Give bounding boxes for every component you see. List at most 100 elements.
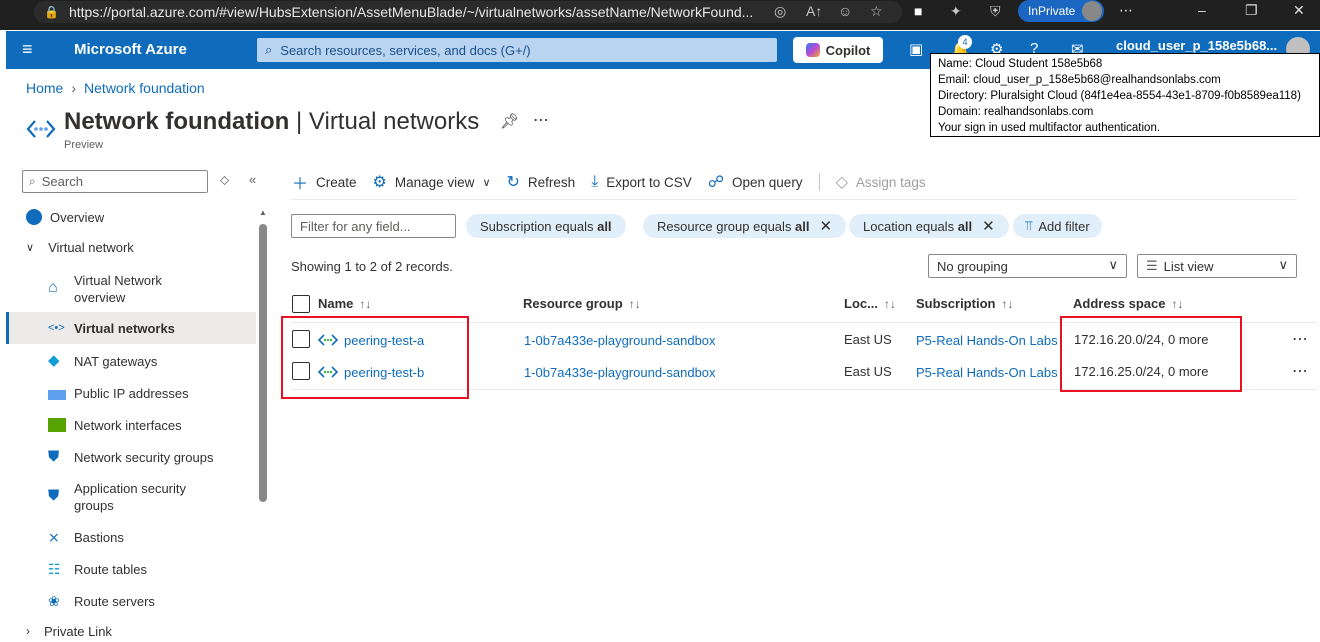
column-header-subscription[interactable]: Subscription ↑↓ <box>916 296 1013 311</box>
browser-bar: 🔒 https://portal.azure.com/#view/HubsExt… <box>0 0 1320 30</box>
chevron-down-icon: ∨ <box>26 241 35 254</box>
nav-search-placeholder: Search <box>41 174 83 189</box>
search-icon: ⌕ <box>29 174 36 188</box>
column-header-label: Resource group <box>523 296 623 311</box>
open-query-label: Open query <box>732 174 803 190</box>
column-header-address-space[interactable]: Address space ↑↓ <box>1073 296 1184 311</box>
copilot-button[interactable]: Copilot <box>793 37 883 63</box>
accessibility-icon[interactable]: ☺ <box>838 3 852 19</box>
manage-view-button[interactable]: ⚙ Manage view ∨ <box>373 172 491 192</box>
assign-tags-label: Assign tags <box>855 174 926 190</box>
location-filter-pill[interactable]: Location equals all ✕ <box>849 214 1009 238</box>
nav-item-label: Overview <box>50 209 105 225</box>
tooltip-mfa: Your sign in used multifactor authentica… <box>938 122 1161 134</box>
location-cell: East US <box>844 332 892 347</box>
extensions-icon[interactable]: ✦ <box>950 3 962 20</box>
minimize-icon[interactable]: – <box>1198 2 1206 18</box>
virtual-network-icon: <•> <box>48 322 65 334</box>
nav-item-virtual-network-overview[interactable]: ⌂ Virtual Network overview <box>48 272 248 306</box>
browser-more-icon[interactable]: ⋯ <box>1119 2 1133 19</box>
nav-group-private-link[interactable]: › Private Link <box>26 622 274 640</box>
nav-item-label: Virtual network <box>48 239 134 255</box>
network-interface-icon <box>48 418 66 432</box>
favorite-star-icon[interactable]: ☆ <box>870 3 883 20</box>
global-search-input[interactable]: ⌕ Search resources, services, and docs (… <box>257 38 777 62</box>
nav-item-asg[interactable]: ⛊ Application security groups <box>48 480 248 514</box>
close-window-icon[interactable]: ✕ <box>1293 2 1305 19</box>
command-bar: ＋ Create ⚙ Manage view ∨ ↻ Refresh ⤓ Exp… <box>292 171 942 193</box>
pin-icon[interactable]: 📌︎ <box>500 112 519 130</box>
view-select[interactable]: ☰ List view ∨ <box>1137 254 1297 278</box>
nav-item-label: Private Link <box>44 623 112 639</box>
nav-item-route-servers[interactable]: ❀ Route servers <box>48 592 296 610</box>
close-icon[interactable]: ✕ <box>820 217 833 235</box>
nav-item-bastions[interactable]: ⨯ Bastions <box>48 528 296 546</box>
profile-avatar <box>1082 1 1102 21</box>
refresh-icon: ↻ <box>506 174 520 191</box>
nav-item-overview[interactable]: Overview <box>26 208 274 226</box>
nat-gateway-icon: ◆ <box>48 352 60 369</box>
global-search-placeholder: Search resources, services, and docs (G+… <box>280 42 531 58</box>
subscription-filter-label: Subscription equals <box>480 218 594 234</box>
notification-count-badge: 4 <box>958 35 972 49</box>
breadcrumb-home[interactable]: Home <box>26 80 63 96</box>
scroll-up-icon[interactable]: ▲ <box>259 208 267 217</box>
grouping-select[interactable]: No grouping ∨ <box>928 254 1127 278</box>
nav-scrollbar[interactable] <box>259 224 267 502</box>
subscription-link[interactable]: P5-Real Hands-On Labs <box>916 365 1058 380</box>
restore-icon[interactable]: ❐ <box>1245 2 1258 19</box>
inprivate-badge[interactable]: InPrivate <box>1018 0 1104 22</box>
assign-tags-button[interactable]: ◇ Assign tags <box>836 172 926 192</box>
column-header-resource-group[interactable]: Resource group ↑↓ <box>523 296 641 311</box>
resource-group-filter-pill[interactable]: Resource group equals all ✕ <box>643 214 847 238</box>
browser-essentials-icon[interactable]: ⛨ <box>990 3 1001 20</box>
tracking-prevention-icon[interactable]: ◎ <box>774 3 786 20</box>
location-filter-value: all <box>957 218 973 234</box>
more-options-icon[interactable]: ⋯ <box>533 110 550 130</box>
highlight-box-address-space <box>1060 316 1242 392</box>
copilot-icon <box>805 43 820 57</box>
route-server-icon: ❀ <box>48 593 60 609</box>
cloud-shell-icon[interactable]: ▣ <box>909 40 923 58</box>
nav-group-virtual-network[interactable]: ∨ Virtual network <box>26 238 274 256</box>
create-button[interactable]: ＋ Create <box>292 170 357 194</box>
expand-collapse-icon[interactable]: ⬦ <box>220 172 229 188</box>
extension-shield-icon[interactable]: ■ <box>914 3 922 19</box>
account-name[interactable]: cloud_user_p_158e5b68... <box>1116 38 1277 53</box>
select-all-checkbox[interactable] <box>292 295 310 313</box>
resource-group-link[interactable]: 1-0b7a433e-playground-sandbox <box>524 333 716 348</box>
tooltip-domain: Domain: realhandsonlabs.com <box>938 106 1094 118</box>
row-more-icon[interactable]: ⋯ <box>1292 329 1309 349</box>
breadcrumb-network-foundation[interactable]: Network foundation <box>84 80 205 96</box>
url-text[interactable]: https://portal.azure.com/#view/HubsExten… <box>69 4 769 20</box>
subscription-filter-pill[interactable]: Subscription equals all <box>466 214 626 238</box>
resource-group-link[interactable]: 1-0b7a433e-playground-sandbox <box>524 365 716 380</box>
inprivate-label: InPrivate <box>1028 4 1076 18</box>
row-more-icon[interactable]: ⋯ <box>1292 361 1309 381</box>
nav-item-route-tables[interactable]: ☷ Route tables <box>48 560 296 578</box>
close-icon[interactable]: ✕ <box>982 217 995 235</box>
collapse-nav-icon[interactable]: « <box>249 172 256 187</box>
nav-item-virtual-networks[interactable]: <•> Virtual networks <box>6 312 256 344</box>
filter-any-field-input[interactable]: Filter for any field... <box>291 214 456 238</box>
subscription-link[interactable]: P5-Real Hands-On Labs <box>916 333 1058 348</box>
azure-brand[interactable]: Microsoft Azure <box>74 41 187 58</box>
create-label: Create <box>316 174 357 190</box>
page-title-main: Network foundation <box>64 108 290 135</box>
chevron-down-icon: ∨ <box>482 176 491 189</box>
read-aloud-icon[interactable]: A↑ <box>806 3 822 19</box>
refresh-button[interactable]: ↻ Refresh <box>507 172 576 192</box>
breadcrumb: Home › Network foundation <box>26 80 205 96</box>
tooltip-name: Name: Cloud Student 158e5b68 <box>938 58 1103 70</box>
open-query-button[interactable]: ☍ Open query <box>708 172 803 192</box>
nav-item-label: NAT gateways <box>74 353 158 369</box>
export-csv-button[interactable]: ⤓ Export to CSV <box>591 173 692 191</box>
column-header-location[interactable]: Loc... ↑↓ <box>844 296 896 311</box>
column-header-name[interactable]: Name ↑↓ <box>318 296 371 311</box>
add-filter-button[interactable]: ⫪ Add filter <box>1013 214 1102 238</box>
address-bar[interactable]: 🔒 https://portal.azure.com/#view/HubsExt… <box>34 1 902 23</box>
hamburger-menu-icon[interactable]: ≡ <box>22 40 33 58</box>
nav-search-input[interactable]: ⌕ Search <box>22 170 208 193</box>
sort-ascending-icon: ↑↓ <box>359 297 372 311</box>
resource-group-filter-value: all <box>795 218 810 234</box>
